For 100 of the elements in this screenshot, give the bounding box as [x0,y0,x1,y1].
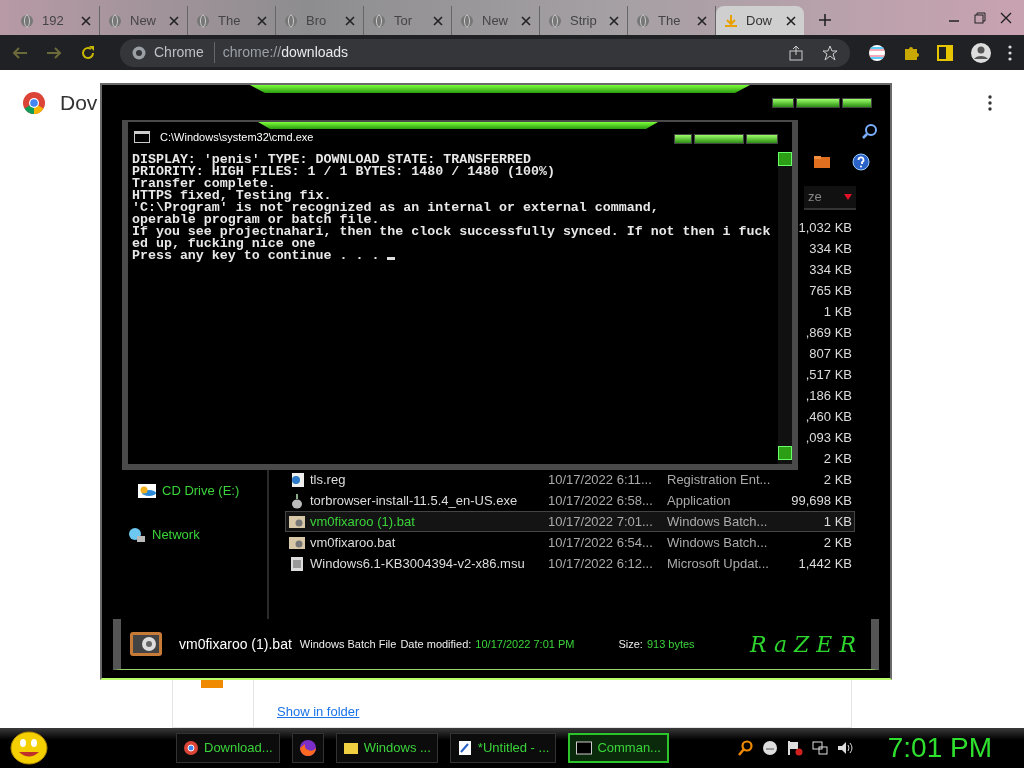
type-text: Microsoft Updat... [667,554,770,573]
chrome-logo-icon [132,45,146,60]
size-text: 334 KB [809,260,852,279]
globe-icon [460,13,474,28]
file-row[interactable]: tls.reg 10/17/2022 6:11... Registration Ent... 2 KB [285,469,855,490]
profile-icon[interactable] [970,41,992,64]
globe-icon [284,13,298,28]
scroll-up-button[interactable] [778,152,792,166]
close-icon[interactable] [345,15,355,26]
console-line: PRIORITY: HIGH FILES: 1 / 1 BYTES: 1480 / 1480 (100%) [132,166,556,178]
console-line: operable program or batch file. [132,214,380,226]
close-button[interactable] [746,134,778,144]
flag-icon[interactable] [786,740,803,756]
network-icon[interactable] [811,740,828,756]
maximize-button[interactable] [796,98,840,108]
network-item[interactable]: Network [128,524,267,546]
size-text: 2 KB [823,470,852,489]
menu-icon[interactable] [988,94,992,111]
console-line: DISPLAY: 'penis' TYPE: DOWNLOAD STATE: TRANSFERRED [132,154,531,166]
size-text: ,460 KB [805,407,852,426]
taskbar-button[interactable]: Comman... [568,733,669,763]
reload-icon[interactable] [80,44,96,61]
close-icon[interactable] [1000,11,1012,24]
share-icon[interactable] [788,44,804,61]
back-arrow-icon[interactable] [12,44,28,61]
close-icon[interactable] [257,15,267,26]
file-name: Windows6.1-KB3004394-v2-x86.msu [309,554,526,573]
folder-icon [342,740,359,756]
size-value: 913 bytes [646,636,695,652]
site-label: Chrome [154,42,215,63]
close-icon[interactable] [169,15,179,26]
sort-arrow-icon [844,194,852,200]
file-row[interactable]: vm0fixaroo.bat 10/17/2022 6:54... Windows Batch... 2 KB [285,532,855,553]
taskbar-button[interactable]: Windows ... [335,733,438,763]
size-text: ,517 KB [805,365,852,384]
taskbar-button[interactable]: *Untitled - ... [449,733,557,763]
file-row[interactable]: Windows6.1-KB3004394-v2-x86.msu 10/17/2022 6:12... Microsoft Updat... 1,442 KB [285,553,855,574]
gear-file-icon [129,629,165,659]
size-text: 1,442 KB [798,554,852,573]
console-line: If you see projectnahari, then the clock successfully synced. If not then i fuck [132,226,772,238]
file-row[interactable]: torbrowser-install-11.5.4_en-US.exe 10/17/2022 6:58... Application 99,698 KB [285,490,855,511]
show-in-folder-link[interactable]: Show in folder [277,702,360,722]
star-icon[interactable] [822,44,838,61]
flag-icon[interactable] [868,43,886,62]
text-cursor [387,257,396,260]
scroll-down-button[interactable] [778,446,792,460]
restore-icon[interactable] [974,11,986,24]
folder-icon[interactable] [814,156,830,168]
size-text: ,869 KB [805,323,852,342]
address-bar[interactable]: Chrome chrome://downloads [120,38,850,67]
close-button[interactable] [842,98,872,108]
date-text: 10/17/2022 6:54... [548,533,654,552]
close-icon[interactable] [609,15,619,26]
console-line: HTTPS fixed, Testing fix. [132,190,332,202]
forward-arrow-icon[interactable] [46,44,62,61]
search-icon[interactable] [736,740,753,756]
taskbar-button[interactable]: Download... [176,733,280,763]
close-icon[interactable] [81,15,91,26]
file-name: vm0fixaroo (1).bat [179,634,292,654]
size-text: 1 KB [823,302,852,321]
notepad-icon [456,740,473,756]
search-icon[interactable] [862,123,878,139]
file-row[interactable]: vm0fixaroo (1).bat 10/17/2022 7:01... Windows Batch... 1 KB [285,511,855,532]
new-tab-icon[interactable] [818,13,832,27]
minimize-button[interactable] [772,98,794,108]
date-value: 10/17/2022 7:01 PM [475,636,575,652]
date-label: Date modified: [400,636,472,652]
size-text: ,186 KB [805,386,852,405]
scrollbar[interactable] [778,152,792,464]
smiley-icon[interactable] [761,740,778,756]
date-text: 10/17/2022 7:01... [548,512,654,531]
download-icon [724,13,738,28]
type-text: Registration Ent... [667,470,772,489]
size-text: 765 KB [809,281,852,300]
globe-icon [20,13,34,28]
maximize-button[interactable] [694,134,744,144]
registry-file-icon [289,471,305,488]
help-icon[interactable] [852,153,870,171]
minimize-button[interactable] [674,134,692,144]
drive-item[interactable]: CD Drive (E:) [138,480,267,502]
speaker-icon[interactable] [836,740,853,756]
column-header[interactable]: ze [804,186,856,210]
close-icon[interactable] [786,15,796,26]
brand-logo: RaZER [749,630,863,659]
taskbar-button[interactable] [291,733,324,763]
side-panel-icon[interactable] [936,43,954,62]
smiley-start-icon[interactable] [10,731,48,765]
browser-tab[interactable]: Dow [716,6,804,35]
close-icon[interactable] [697,15,707,26]
globe-icon [108,13,122,28]
file-name: vm0fixaroo.bat [309,533,397,552]
close-icon[interactable] [433,15,443,26]
type-text: Windows Batch... [667,533,769,552]
date-text: 10/17/2022 6:12... [548,554,654,573]
console-icon [576,740,593,756]
close-icon[interactable] [521,15,531,26]
menu-icon[interactable] [1008,44,1012,61]
size-text: 99,698 KB [791,491,852,510]
gear-file-icon [289,513,305,530]
console-line: 'C:\Program' is not recognized as an internal or external command, [132,202,660,214]
